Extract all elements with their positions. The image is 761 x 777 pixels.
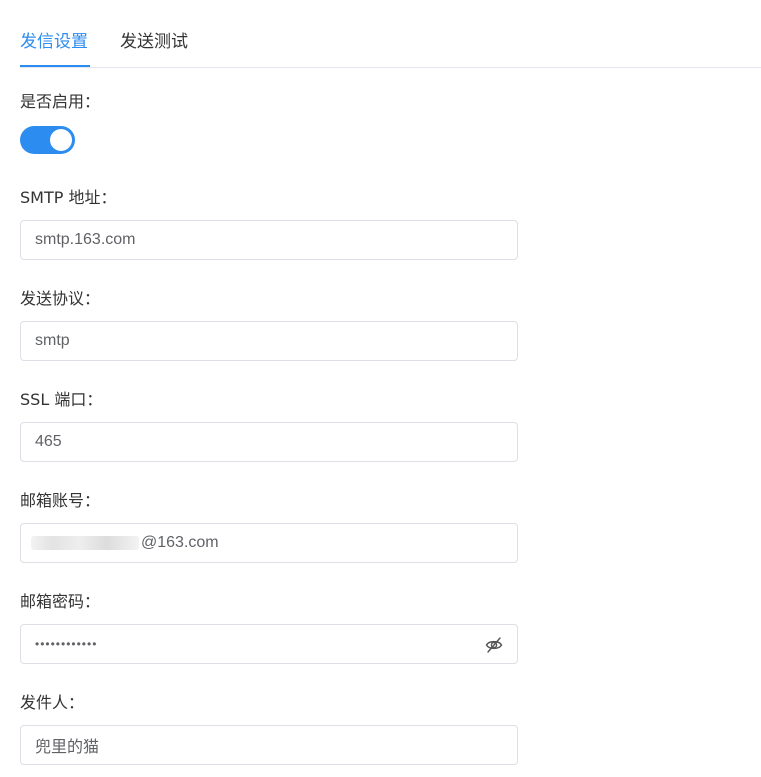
redacted-blur: [31, 536, 139, 550]
tab-send-settings[interactable]: 发信设置: [20, 30, 88, 54]
enabled-toggle-switch[interactable]: [20, 126, 75, 154]
ssl-port-value: 465: [35, 433, 62, 450]
tab-bar: 发信设置 发送测试: [20, 0, 761, 68]
sender-value: 兜里的猫: [35, 737, 100, 756]
ssl-port-label: SSL 端口：: [20, 390, 103, 409]
switch-knob: [50, 129, 72, 151]
email-account-input[interactable]: @163.com: [20, 523, 518, 563]
email-account-value: @163.com: [141, 534, 219, 551]
smtp-address-value: smtp.163.com: [35, 231, 136, 248]
protocol-input[interactable]: smtp: [20, 321, 518, 361]
eye-slash-icon[interactable]: [485, 636, 503, 654]
enabled-label: 是否启用：: [20, 92, 101, 111]
email-password-input[interactable]: ••••••••••••: [20, 624, 518, 664]
tab-send-test[interactable]: 发送测试: [120, 30, 188, 54]
email-password-label: 邮箱密码：: [20, 592, 101, 611]
active-tab-indicator: [20, 65, 90, 67]
email-account-label: 邮箱账号：: [20, 491, 101, 510]
sender-label: 发件人：: [20, 693, 85, 712]
smtp-address-input[interactable]: smtp.163.com: [20, 220, 518, 260]
ssl-port-input[interactable]: 465: [20, 422, 518, 462]
smtp-address-label: SMTP 地址：: [20, 188, 117, 207]
protocol-label: 发送协议：: [20, 289, 101, 308]
protocol-value: smtp: [35, 332, 70, 349]
email-password-value: ••••••••••••: [35, 637, 98, 651]
sender-input[interactable]: 兜里的猫: [20, 725, 518, 765]
